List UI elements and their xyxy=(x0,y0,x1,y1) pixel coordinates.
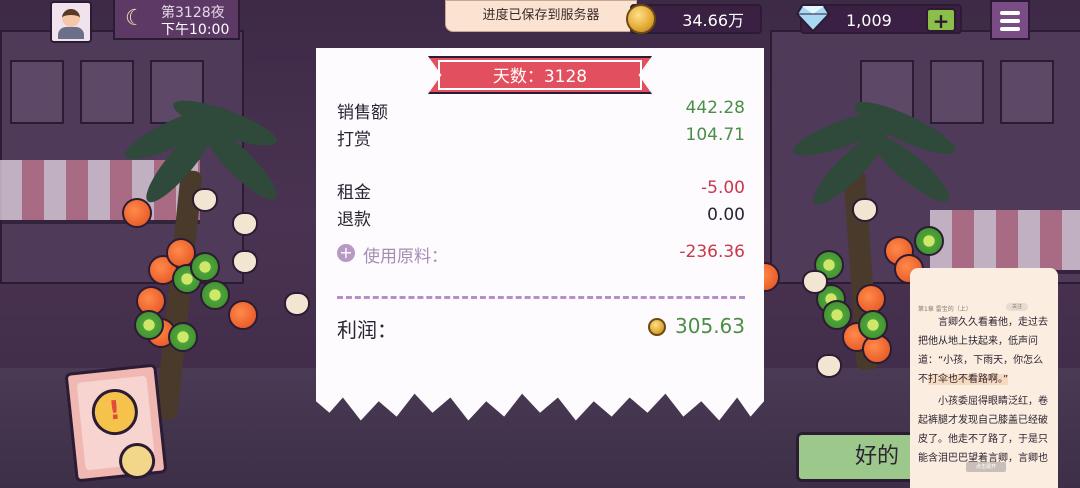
expand-reader-button[interactable]: 点击展开 xyxy=(966,462,1006,472)
diamond-icon xyxy=(796,5,830,32)
coin-icon xyxy=(626,4,656,34)
garlic-clove xyxy=(232,212,258,236)
menu-icon xyxy=(1000,19,1020,23)
follow-pill[interactable]: 关注 xyxy=(1006,303,1028,311)
tomato-slice xyxy=(122,198,152,228)
reader-overlay[interactable]: 第1章 雷宝的（上） 关注 言卿久久看着他，走过去把他从地上扶起来，低声问道：“… xyxy=(910,268,1058,488)
exclamation-icon: ! xyxy=(89,386,141,438)
pepper-slice xyxy=(134,310,164,340)
row-label: 销售额 xyxy=(337,103,388,123)
gem-balance: 1,009 + xyxy=(796,4,962,34)
night-clock: ☾ 第3128夜 下午10:00 xyxy=(113,0,240,40)
row-value: -236.36 xyxy=(679,242,745,262)
moon-icon: ☾ xyxy=(125,6,145,31)
highlighted-text: 打伞也不看路啊。” xyxy=(928,374,1009,385)
pepper-slice xyxy=(914,226,944,256)
garlic-clove xyxy=(192,188,218,212)
profit-label: 利润： xyxy=(337,318,397,342)
pepper-slice xyxy=(822,300,852,330)
row-value: 442.28 xyxy=(685,98,745,118)
reader-paragraph: 言卿久久看着他，走过去把他从地上扶起来，低声问道：“小孩，下雨天，你怎么不打伞也… xyxy=(918,313,1052,389)
card-face: ! xyxy=(76,375,157,481)
coin-balance: 34.66万 xyxy=(626,4,762,34)
pepper-slice xyxy=(168,322,198,352)
game-time: 下午10:00 xyxy=(161,22,230,38)
garlic-clove xyxy=(852,198,878,222)
garlic-clove xyxy=(284,292,310,316)
coin-value: 34.66万 xyxy=(682,11,744,30)
reader-paragraph: 小孩委屈得眼睛泛红，卷起裤腿才发现自己膝盖已经破皮了。他走不了路了，于是只能含泪… xyxy=(918,396,1048,464)
window xyxy=(80,60,134,124)
garlic-clove xyxy=(816,354,842,378)
coin-icon xyxy=(648,318,666,336)
avatar-body xyxy=(58,27,84,39)
garlic-clove xyxy=(802,270,828,294)
add-gems-button[interactable]: + xyxy=(926,8,956,32)
avatar-head xyxy=(62,9,80,27)
window xyxy=(930,60,984,124)
right-awning xyxy=(930,210,1080,274)
alert-card[interactable]: ! xyxy=(64,363,168,483)
row-label: 打赏 xyxy=(337,130,371,150)
window xyxy=(1000,60,1054,124)
menu-icon xyxy=(1000,27,1020,31)
pepper-slice xyxy=(200,280,230,310)
expand-ingredients-icon[interactable]: + xyxy=(337,244,355,262)
window xyxy=(10,60,64,124)
chapter-header: 第1章 雷宝的（上） xyxy=(918,306,972,313)
day-ribbon: 天数：3128 xyxy=(428,56,652,94)
divider xyxy=(337,296,745,299)
row-label: 使用原料： xyxy=(363,247,448,267)
row-label: 退款 xyxy=(337,210,371,230)
player-avatar[interactable] xyxy=(50,1,92,43)
row-value: 0.00 xyxy=(707,205,745,225)
gem-value: 1,009 xyxy=(846,11,892,30)
ok-button[interactable]: 好的 xyxy=(796,432,926,482)
pepper-slice xyxy=(190,252,220,282)
menu-button[interactable] xyxy=(990,0,1030,40)
pepper-slice xyxy=(858,310,888,340)
menu-icon xyxy=(1000,11,1020,15)
row-label: 租金 xyxy=(337,183,371,203)
garlic-clove xyxy=(232,250,258,274)
row-value: 104.71 xyxy=(685,125,745,145)
save-toast: 进度已保存到服务器 xyxy=(445,0,637,32)
tomato-slice xyxy=(228,300,258,330)
row-value: -5.00 xyxy=(701,178,745,198)
profit-value: 305.63 xyxy=(675,314,745,338)
